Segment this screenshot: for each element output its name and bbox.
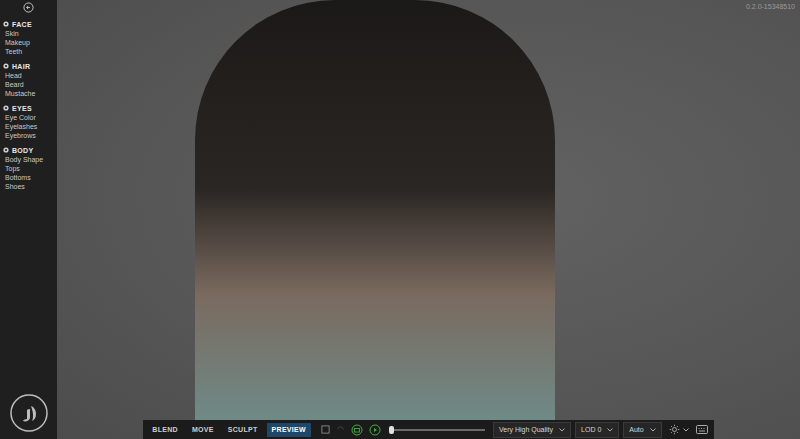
chevron-down-icon (650, 428, 656, 432)
sidebar-section: HAIR HeadBeardMustache (3, 61, 57, 98)
face-icon (3, 21, 9, 27)
metahuman-creator: FACE SkinMakeupTeeth HAIR HeadBeardMusta… (0, 0, 800, 439)
sidebar-item[interactable]: Bottoms (3, 173, 57, 182)
sidebar-item[interactable]: Eyebrows (3, 131, 57, 140)
sidebar-item[interactable]: Body Shape (3, 155, 57, 164)
viewport[interactable]: 0.2.0-15348510 BLEND MOVE SCULPT PREVIEW Ve… (57, 0, 800, 439)
mode-tab[interactable]: PREVIEW (267, 423, 311, 437)
mode-tab[interactable]: MOVE (187, 423, 219, 437)
sidebar-section: EYES Eye ColorEyelashesEyebrows (3, 103, 57, 140)
body-icon (3, 147, 9, 153)
character-render[interactable] (195, 0, 555, 420)
sidebar-item[interactable]: Teeth (3, 47, 57, 56)
section-header[interactable]: EYES (3, 103, 57, 113)
sidebar-item[interactable]: Shoes (3, 182, 57, 191)
sidebar-item[interactable]: Eye Color (3, 113, 57, 122)
frame-icon[interactable] (321, 425, 330, 434)
section-header[interactable]: BODY (3, 145, 57, 155)
hair-icon (3, 63, 9, 69)
play-icon[interactable] (369, 424, 381, 436)
sidebar-item[interactable]: Head (3, 71, 57, 80)
unreal-logo-icon (9, 393, 49, 433)
section-header[interactable]: FACE (3, 19, 57, 29)
loop-icon[interactable] (336, 425, 345, 434)
keyboard-icon[interactable] (696, 425, 708, 434)
camera-icon[interactable] (351, 424, 363, 436)
timeline-knob[interactable] (389, 426, 394, 434)
version-label: 0.2.0-15348510 (746, 0, 800, 420)
lighting-button[interactable] (666, 424, 692, 435)
sidebar: FACE SkinMakeupTeeth HAIR HeadBeardMusta… (0, 0, 57, 439)
toolbar: BLEND MOVE SCULPT PREVIEW Very High Quality… (143, 420, 713, 439)
chevron-down-icon (607, 428, 613, 432)
chevron-down-icon (559, 428, 565, 432)
back-button[interactable] (23, 2, 34, 13)
sidebar-item[interactable]: Eyelashes (3, 122, 57, 131)
back-arrow-icon (23, 2, 34, 13)
mode-tab[interactable]: BLEND (147, 423, 183, 437)
sidebar-section: BODY Body ShapeTopsBottomsShoes (3, 145, 57, 191)
dropdown[interactable]: LOD 0 (575, 422, 619, 438)
sidebar-item[interactable]: Beard (3, 80, 57, 89)
eye-icon (3, 105, 9, 111)
mode-tab[interactable]: SCULPT (223, 423, 263, 437)
sidebar-item[interactable]: Skin (3, 29, 57, 38)
sidebar-item[interactable]: Makeup (3, 38, 57, 47)
dropdown[interactable]: Very High Quality (493, 422, 571, 438)
sidebar-item[interactable]: Mustache (3, 89, 57, 98)
sidebar-section: FACE SkinMakeupTeeth (3, 19, 57, 56)
sun-icon (669, 424, 680, 435)
dropdown[interactable]: Auto (623, 422, 661, 438)
sidebar-item[interactable]: Tops (3, 164, 57, 173)
timeline-slider[interactable] (385, 429, 489, 431)
section-header[interactable]: HAIR (3, 61, 57, 71)
chevron-down-icon (683, 428, 689, 432)
